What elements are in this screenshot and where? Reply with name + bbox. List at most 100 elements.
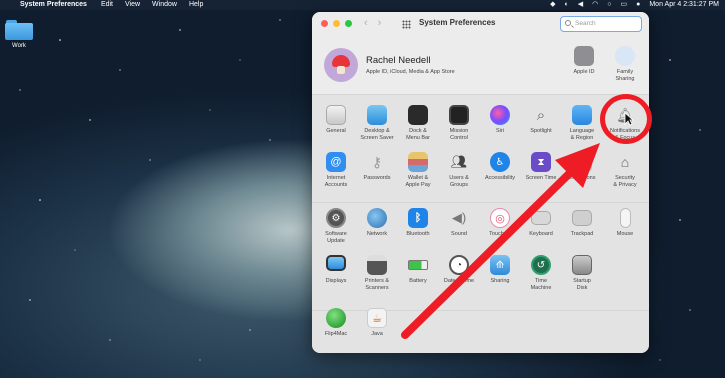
- pref-dock-menu-bar[interactable]: Dock & Menu Bar: [396, 105, 440, 142]
- menu-help[interactable]: Help: [189, 0, 203, 10]
- pref-software-update[interactable]: ⚙ Software Update: [314, 208, 358, 245]
- zoom-button[interactable]: [345, 20, 352, 27]
- pref-label: Time Machine: [530, 278, 552, 291]
- pref-startup-disk[interactable]: Startup Disk: [560, 255, 604, 292]
- menu-window[interactable]: Window: [152, 0, 177, 10]
- pref-label: Language & Region: [569, 128, 595, 141]
- minimize-button[interactable]: [333, 20, 340, 27]
- avatar[interactable]: [324, 48, 358, 82]
- search-field[interactable]: Search: [560, 16, 642, 32]
- pref-sharing[interactable]: ⟰ Sharing: [478, 255, 522, 285]
- pref-siri[interactable]: Siri: [478, 105, 522, 135]
- pref-label: Battery: [409, 278, 427, 284]
- pref-users-groups[interactable]: 👥︎ Users & Groups: [437, 152, 481, 189]
- pref-label: Passwords: [363, 175, 391, 181]
- pref-security-privacy[interactable]: ⌂ Security & Privacy: [603, 152, 647, 189]
- show-all-grid-icon[interactable]: [402, 20, 411, 29]
- pref-time-machine[interactable]: ↺ Time Machine: [519, 255, 563, 292]
- pref-passwords[interactable]: ⚷ Passwords: [355, 152, 399, 182]
- back-arrow-icon[interactable]: ‹: [364, 17, 368, 29]
- pref-printers-scanners[interactable]: Printers & Scanners: [355, 255, 399, 292]
- folder-label: Work: [12, 43, 26, 49]
- control-center-icon[interactable]: ▭: [620, 0, 627, 10]
- pref-label: Trackpad: [570, 231, 594, 237]
- flip4mac-icon: [326, 308, 346, 328]
- network-icon: [367, 208, 387, 228]
- siri-menubar-icon[interactable]: ●: [636, 0, 640, 10]
- pref-label: Flip4Mac: [324, 331, 348, 337]
- spotlight-icon: ⌕: [536, 106, 546, 124]
- status-icon[interactable]: ◐: [565, 0, 569, 10]
- apple-id-label: Apple ID: [573, 69, 595, 75]
- pref-label: Wallet & Apple Pay: [405, 175, 431, 188]
- pref-bluetooth[interactable]: ᛒ Bluetooth: [396, 208, 440, 238]
- pref-label: Dock & Menu Bar: [406, 128, 430, 141]
- pref-label: Sharing: [490, 278, 510, 284]
- software-update-icon: ⚙: [326, 208, 346, 228]
- pref-language-region[interactable]: Language & Region: [560, 105, 604, 142]
- wifi-icon[interactable]: ◠: [592, 0, 598, 10]
- pref-sound[interactable]: ◀) Sound: [437, 208, 481, 238]
- pref-date-time[interactable]: ◔ Date & Time: [437, 255, 481, 285]
- passwords-icon: ⚷: [371, 153, 383, 170]
- screen-time-icon: ⧗: [531, 152, 551, 172]
- pref-label: Screen Time: [525, 175, 557, 181]
- menubar-clock[interactable]: Mon Apr 4 2:31:27 PM: [649, 0, 719, 10]
- desktop-icon: [367, 105, 387, 125]
- system-preferences-window: ‹ › System Preferences Search Rachel Nee…: [312, 12, 649, 353]
- pref-keyboard[interactable]: Keyboard: [519, 208, 563, 238]
- menu-bar: System Preferences Edit View Window Help…: [0, 0, 725, 10]
- pref-trackpad[interactable]: Trackpad: [560, 208, 604, 238]
- account-header[interactable]: Rachel Needell Apple ID, iCloud, Media &…: [324, 48, 455, 82]
- menu-view[interactable]: View: [125, 0, 140, 10]
- menu-app-name[interactable]: System Preferences: [20, 0, 87, 10]
- pref-network[interactable]: Network: [355, 208, 399, 238]
- date-time-icon: ◔: [449, 255, 469, 275]
- general-icon: [326, 105, 346, 125]
- pref-label: Security & Privacy: [613, 175, 637, 188]
- extensions-icon: [572, 152, 592, 172]
- desktop-folder-work[interactable]: Work: [4, 20, 34, 49]
- pref-label: Extensions: [568, 175, 596, 181]
- close-button[interactable]: [321, 20, 328, 27]
- search-menubar-icon[interactable]: ○: [607, 0, 611, 10]
- pref-family-sharing[interactable]: Family Sharing: [605, 46, 645, 83]
- battery-icon: [408, 260, 428, 270]
- users-icon: 👥︎: [450, 154, 468, 169]
- sound-icon: ◀): [451, 210, 467, 225]
- account-subtitle: Apple ID, iCloud, Media & App Store: [366, 69, 455, 75]
- pref-flip4mac[interactable]: Flip4Mac: [314, 308, 358, 338]
- pref-wallet-apple-pay[interactable]: Wallet & Apple Pay: [396, 152, 440, 189]
- pref-label: Desktop & Screen Saver: [360, 128, 394, 141]
- pref-internet-accounts[interactable]: @ Internet Accounts: [314, 152, 358, 189]
- pref-java[interactable]: ☕︎ Java: [355, 308, 399, 338]
- pref-label: Date & Time: [443, 278, 475, 284]
- language-icon: [572, 105, 592, 125]
- dock-icon: [408, 105, 428, 125]
- pref-label: Printers & Scanners: [364, 278, 390, 291]
- pref-label: Mission Control: [449, 128, 469, 141]
- pref-general[interactable]: General: [314, 105, 358, 135]
- pref-label: Startup Disk: [573, 278, 591, 291]
- volume-icon[interactable]: ◀: [578, 0, 583, 10]
- pref-desktop-screen-saver[interactable]: Desktop & Screen Saver: [355, 105, 399, 142]
- pref-touch-id[interactable]: ◎ Touch ID: [478, 208, 522, 238]
- dropbox-icon[interactable]: ◆: [550, 0, 555, 10]
- pref-mission-control[interactable]: Mission Control: [437, 105, 481, 142]
- pref-accessibility[interactable]: ♿︎ Accessibility: [478, 152, 522, 182]
- pref-screen-time[interactable]: ⧗ Screen Time: [519, 152, 563, 182]
- pref-spotlight[interactable]: ⌕ Spotlight: [519, 105, 563, 135]
- displays-icon: [326, 255, 346, 271]
- window-controls: [321, 20, 352, 27]
- pref-apple-id[interactable]: Apple ID: [564, 46, 604, 76]
- pref-mouse[interactable]: Mouse: [603, 208, 647, 238]
- pref-displays[interactable]: Displays: [314, 255, 358, 285]
- trackpad-icon: [572, 210, 592, 226]
- pref-label: Spotlight: [530, 128, 552, 134]
- pref-extensions[interactable]: Extensions: [560, 152, 604, 182]
- pref-battery[interactable]: Battery: [396, 255, 440, 285]
- pref-label: Accessibility: [485, 175, 515, 181]
- account-name: Rachel Needell: [366, 55, 431, 66]
- menu-edit[interactable]: Edit: [101, 0, 113, 10]
- forward-arrow-icon[interactable]: ›: [378, 17, 382, 29]
